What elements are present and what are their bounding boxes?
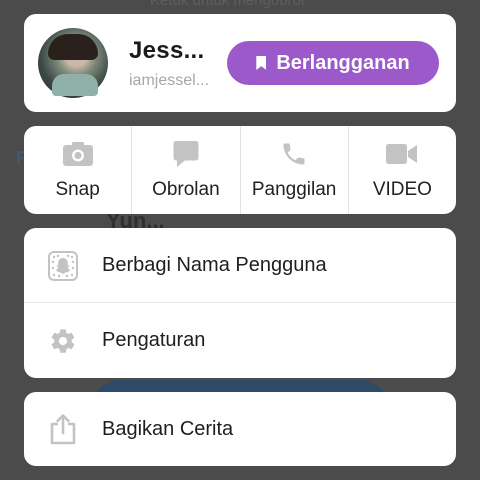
chat-label: Obrolan bbox=[152, 179, 220, 200]
chat-button[interactable]: Obrolan bbox=[131, 126, 239, 214]
share-username-item[interactable]: Berbagi Nama Pengguna bbox=[24, 228, 456, 303]
share-story-card: Bagikan Cerita bbox=[24, 392, 456, 466]
share-username-label: Berbagi Nama Pengguna bbox=[102, 254, 327, 276]
profile-display-name: Jess... bbox=[129, 37, 205, 64]
snap-label: Snap bbox=[55, 179, 100, 200]
camera-icon bbox=[62, 140, 93, 168]
settings-label: Pengaturan bbox=[102, 329, 206, 351]
bookmark-icon bbox=[256, 56, 267, 70]
avatar-shirt bbox=[52, 74, 98, 96]
profile-username: iamjessel... bbox=[129, 72, 210, 89]
video-label: VIDEO bbox=[372, 179, 432, 200]
avatar-hair bbox=[48, 34, 98, 60]
avatar[interactable] bbox=[38, 28, 108, 98]
call-button[interactable]: Panggilan bbox=[239, 126, 348, 214]
share-story-label: Bagikan Cerita bbox=[102, 417, 234, 440]
share-icon bbox=[24, 413, 102, 445]
gear-icon bbox=[24, 327, 102, 355]
snapcode-icon bbox=[24, 250, 102, 281]
background-chat-hint: Ketuk untuk mengobrol bbox=[150, 0, 305, 9]
call-label: Panggilan bbox=[251, 179, 337, 200]
video-camera-icon bbox=[386, 140, 418, 168]
video-button[interactable]: VIDEO bbox=[347, 126, 456, 214]
action-row: Snap Obrolan Panggilan VIDEO bbox=[24, 126, 456, 214]
snap-button[interactable]: Snap bbox=[24, 126, 131, 214]
options-list: Berbagi Nama Pengguna Pengaturan bbox=[24, 228, 456, 378]
chat-icon bbox=[173, 140, 199, 168]
phone-icon bbox=[280, 140, 308, 168]
subscribe-button[interactable]: Berlangganan bbox=[227, 41, 439, 85]
settings-item[interactable]: Pengaturan bbox=[24, 303, 456, 378]
subscribe-label: Berlangganan bbox=[276, 51, 410, 74]
share-story-item[interactable]: Bagikan Cerita bbox=[24, 392, 456, 466]
profile-card: Jess... iamjessel... Berlangganan bbox=[24, 14, 456, 112]
